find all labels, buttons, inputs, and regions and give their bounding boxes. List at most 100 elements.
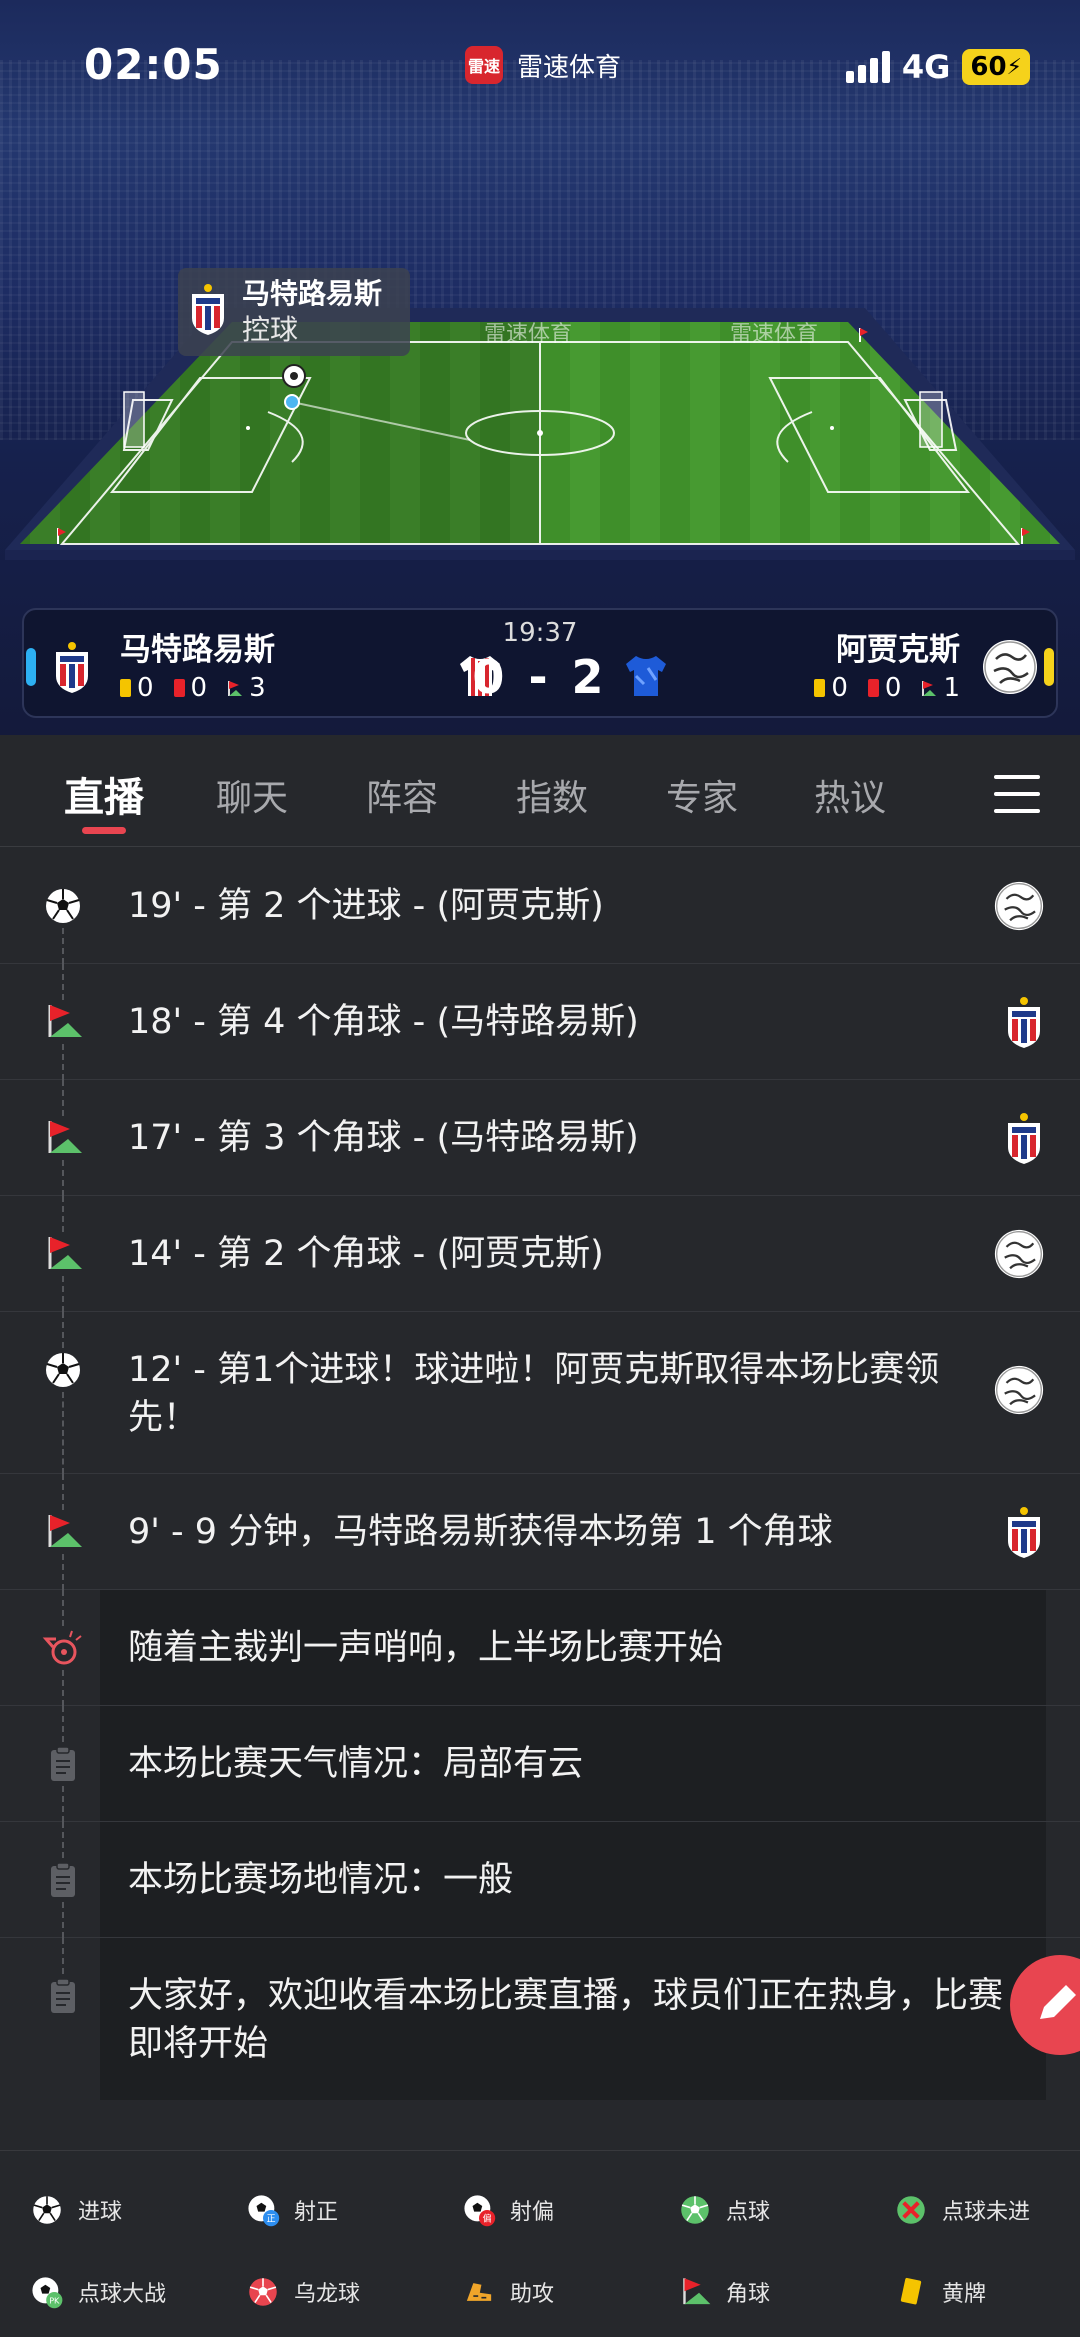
- clipboard-icon: [51, 1862, 75, 1897]
- legend-label: 乌龙球: [294, 2282, 361, 2307]
- timeline-connector: [62, 928, 64, 964]
- home-team-crest: [1008, 997, 1040, 1048]
- goal-icon: [46, 1353, 80, 1387]
- timeline-connector: [62, 1312, 64, 1348]
- legend-label: 黄牌: [942, 2282, 987, 2307]
- active-tab-indicator: [82, 827, 126, 834]
- event-row: 本场比赛天气情况：局部有云: [0, 1706, 1080, 1822]
- event-legend: 进球 正 射正 偏 射偏 点球 点球未进 PK 点球大战 乌龙球 助攻 角球 黄…: [0, 2150, 1080, 2337]
- tab-bar: 直播 聊天 阵容 指数 专家 热议: [0, 735, 1080, 847]
- timeline-connector: [62, 1902, 64, 1938]
- penalty-icon: [681, 2196, 709, 2224]
- timeline-connector: [62, 1276, 64, 1312]
- event-row: 随着主裁判一声哨响，上半场比赛开始: [0, 1590, 1080, 1706]
- away-corner-count: 1: [943, 673, 960, 703]
- corner-icon: [922, 681, 937, 696]
- tab-chat[interactable]: 聊天: [216, 769, 288, 821]
- battery-level: 60: [970, 52, 1007, 82]
- timeline-connector: [62, 964, 64, 1000]
- away-team[interactable]: 阿贾克斯 0 0 1: [814, 630, 1038, 704]
- legend-label: 点球未进: [942, 2200, 1031, 2225]
- tab-experts[interactable]: 专家: [666, 769, 738, 821]
- app-name: 雷速体育: [517, 52, 622, 83]
- event-text: 18' - 第 4 个角球 - (马特路易斯): [128, 1002, 639, 1042]
- event-text: 17' - 第 3 个角球 - (马特路易斯): [128, 1118, 639, 1158]
- ad-board-2: 雷速体育: [730, 322, 819, 347]
- timeline-connector: [62, 1590, 64, 1626]
- legend-item: 正 射正: [246, 2193, 338, 2227]
- event-text: 本场比赛场地情况：一般: [128, 1860, 514, 1900]
- legend-item: 偏 射偏: [462, 2193, 554, 2227]
- timeline-connector: [62, 1160, 64, 1196]
- shot-on-target-icon: 正: [248, 2195, 280, 2227]
- event-row: 17' - 第 3 个角球 - (马特路易斯): [0, 1080, 1080, 1196]
- score-bar: 马特路易斯 0 0 3 19:37 0 - 2 阿贾克斯 0 0 1: [22, 608, 1058, 718]
- away-team-crest: [983, 640, 1037, 694]
- signal-icon: [845, 51, 890, 83]
- away-team-crest: [994, 881, 1044, 931]
- menu-icon[interactable]: [994, 775, 1040, 813]
- yellow-card-icon: [814, 679, 826, 697]
- corner-icon: [48, 1237, 82, 1269]
- app-logo: 雷速: [465, 46, 503, 84]
- legend-item: 助攻: [462, 2275, 554, 2309]
- away-kit-icon: [626, 656, 666, 696]
- svg-text:PK: PK: [49, 2295, 60, 2305]
- penalty-shootout-icon: PK: [32, 2277, 63, 2309]
- whistle-icon: [42, 1630, 82, 1665]
- event-row: 大家好，欢迎收看本场比赛直播，球员们正在热身，比赛即将开始: [0, 1938, 1080, 2100]
- tab-lineup[interactable]: 阵容: [366, 769, 438, 821]
- legend-item: 进球: [30, 2193, 122, 2227]
- tab-odds[interactable]: 指数: [516, 769, 588, 821]
- legend-label: 角球: [726, 2282, 771, 2307]
- tab-discussion[interactable]: 热议: [814, 769, 886, 821]
- corner-icon: [683, 2278, 711, 2305]
- timeline-connector: [62, 1822, 64, 1858]
- corner-icon: [48, 1515, 82, 1547]
- match-page: 02:05 雷速 雷速体育 4G 60 ⚡ 雷速体育 雷速体育 马特路易斯 控球…: [0, 0, 1080, 2337]
- legend-item: 点球未进: [894, 2193, 1030, 2227]
- red-card-icon: [867, 679, 879, 697]
- corner-icon: [48, 1121, 82, 1153]
- away-red-count: 0: [884, 673, 902, 703]
- timeline-connector: [62, 1670, 64, 1706]
- assist-icon: [466, 2283, 492, 2301]
- app-title: 雷速 雷速体育: [465, 46, 621, 84]
- event-row: 19' - 第 2 个进球 - (阿贾克斯): [0, 848, 1080, 964]
- legend-label: 射正: [294, 2200, 339, 2225]
- svg-text:正: 正: [267, 2214, 276, 2224]
- event-text: 14' - 第 2 个角球 - (阿贾克斯): [128, 1234, 604, 1274]
- timeline-connector: [62, 1196, 64, 1232]
- yellow-card-icon: [900, 2277, 922, 2305]
- timeline-connector: [62, 1474, 64, 1510]
- timeline-connector: [62, 1080, 64, 1116]
- event-text: 随着主裁判一声哨响，上半场比赛开始: [128, 1628, 724, 1668]
- legend-label: 助攻: [510, 2282, 555, 2307]
- home-team-crest: [1008, 1113, 1040, 1164]
- possession-tooltip: 马特路易斯 控球: [178, 268, 410, 356]
- ad-board-1: 雷速体育: [484, 322, 573, 347]
- network-type: 4G: [901, 48, 951, 86]
- stadium-header: 02:05 雷速 雷速体育 4G 60 ⚡ 雷速体育 雷速体育 马特路易斯 控球…: [0, 0, 1080, 735]
- status-right: 4G 60 ⚡: [845, 48, 1030, 86]
- timeline-connector: [62, 1554, 64, 1590]
- timeline-connector: [62, 1044, 64, 1080]
- goal-icon: [46, 889, 80, 923]
- battery-icon: 60 ⚡: [962, 49, 1030, 85]
- timeline-connector: [62, 1938, 64, 1974]
- corner-icon: [48, 1005, 82, 1037]
- legend-item: 角球: [678, 2275, 770, 2309]
- timeline-connector: [62, 1706, 64, 1742]
- event-text: 大家好，欢迎收看本场比赛直播，球员们正在热身，比赛即将开始: [128, 1976, 1004, 2064]
- goal-icon: [33, 2196, 61, 2224]
- event-row: 9' - 9 分钟，马特路易斯获得本场第 1 个角球: [0, 1474, 1080, 1590]
- legend-label: 点球大战: [78, 2282, 167, 2307]
- live-events-list: 19' - 第 2 个进球 - (阿贾克斯) 18' - 第 4 个角球 - (…: [0, 848, 1080, 2100]
- tab-live[interactable]: 直播: [64, 765, 144, 823]
- legend-label: 进球: [78, 2200, 123, 2225]
- event-row: 14' - 第 2 个角球 - (阿贾克斯): [0, 1196, 1080, 1312]
- timeline-connector: [62, 1786, 64, 1822]
- status-bar: 02:05 雷速 雷速体育 4G 60 ⚡: [0, 0, 1080, 135]
- away-team-crest: [994, 1365, 1044, 1415]
- legend-label: 点球: [726, 2200, 771, 2225]
